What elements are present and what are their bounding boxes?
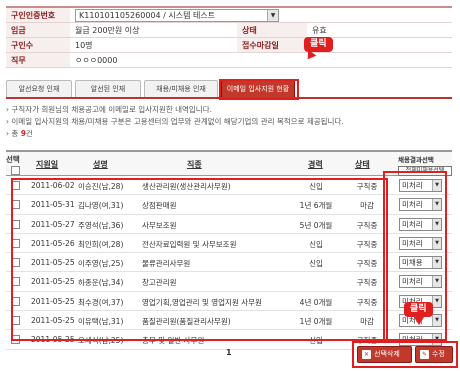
select-all-checkbox[interactable]: [11, 166, 20, 175]
edit-button[interactable]: ✎ 수정: [415, 346, 453, 363]
tab-highlight-box: [219, 79, 299, 100]
wage-value: 월급 200만원 이상: [75, 26, 140, 35]
name-header[interactable]: 성명: [93, 159, 108, 170]
click-callout-bottom: 클릭: [404, 302, 433, 317]
note-line-1: › 구직자가 회원님의 채용공고에 이메일로 입사지원한 내역입니다.: [6, 105, 212, 114]
tab-referred[interactable]: 알선된 인재: [75, 80, 141, 97]
deadline-label: 접수마감일: [237, 38, 307, 52]
notes: › 구직자가 회원님의 채용공고에 이메일로 입사지원한 내역입니다. › 이메…: [6, 104, 452, 140]
wage-label: 임금: [6, 23, 70, 37]
duty-value: ㅇㅇㅇ0000: [75, 56, 118, 65]
count-value: 10명: [75, 41, 93, 50]
count-label: 구인수: [6, 38, 70, 52]
status-label: 상태: [237, 23, 307, 37]
info-row-wage: 임금 월급 200만원 이상 상태 유효: [6, 23, 452, 38]
delete-icon: ✕: [362, 349, 371, 359]
status-header[interactable]: 상태: [355, 159, 370, 170]
result-header: 채용결과선택: [398, 156, 434, 164]
info-row-duty: 직무 ㅇㅇㅇ0000: [6, 53, 452, 68]
select-header: 선택: [6, 155, 20, 164]
job-header[interactable]: 직종: [187, 159, 202, 170]
info-row-count: 구인수 10명 접수마감일: [6, 38, 452, 53]
career-header[interactable]: 경력: [308, 159, 323, 170]
rows-highlight-box: [11, 178, 388, 341]
request-number-select[interactable]: K110101105260004 / 시스템 테스트 ▼: [75, 9, 279, 22]
tab-referral-request[interactable]: 알선요청 인재: [6, 80, 72, 97]
tab-hired-unhired[interactable]: 채용/미채용 인재: [144, 80, 218, 97]
delete-selected-button[interactable]: ✕ 선택삭제: [357, 346, 412, 363]
date-header[interactable]: 지원일: [36, 159, 58, 170]
edit-icon: ✎: [420, 349, 429, 359]
duty-label: 직무: [6, 53, 70, 67]
callout-pointer-bottom: [414, 317, 424, 325]
req-no-label: 구인인증번호: [6, 8, 70, 22]
req-no-cell: K110101105260004 / 시스템 테스트 ▼: [70, 8, 279, 22]
note-line-2: › 이메일 입사지원의 채용/미채용 구분은 고용센터의 업무와 관계없이 해당…: [6, 117, 344, 126]
page-number[interactable]: 1: [226, 348, 232, 357]
job-request-info: 구인인증번호 K110101105260004 / 시스템 테스트 ▼ 임금 월…: [6, 6, 452, 68]
info-row-request: 구인인증번호 K110101105260004 / 시스템 테스트 ▼: [6, 8, 452, 23]
total-count: › 총 9건: [6, 129, 33, 138]
status-value: 유효: [312, 26, 327, 35]
request-number-value: K110101105260004 / 시스템 테스트: [79, 11, 216, 20]
chevron-down-icon: ▼: [267, 10, 278, 21]
